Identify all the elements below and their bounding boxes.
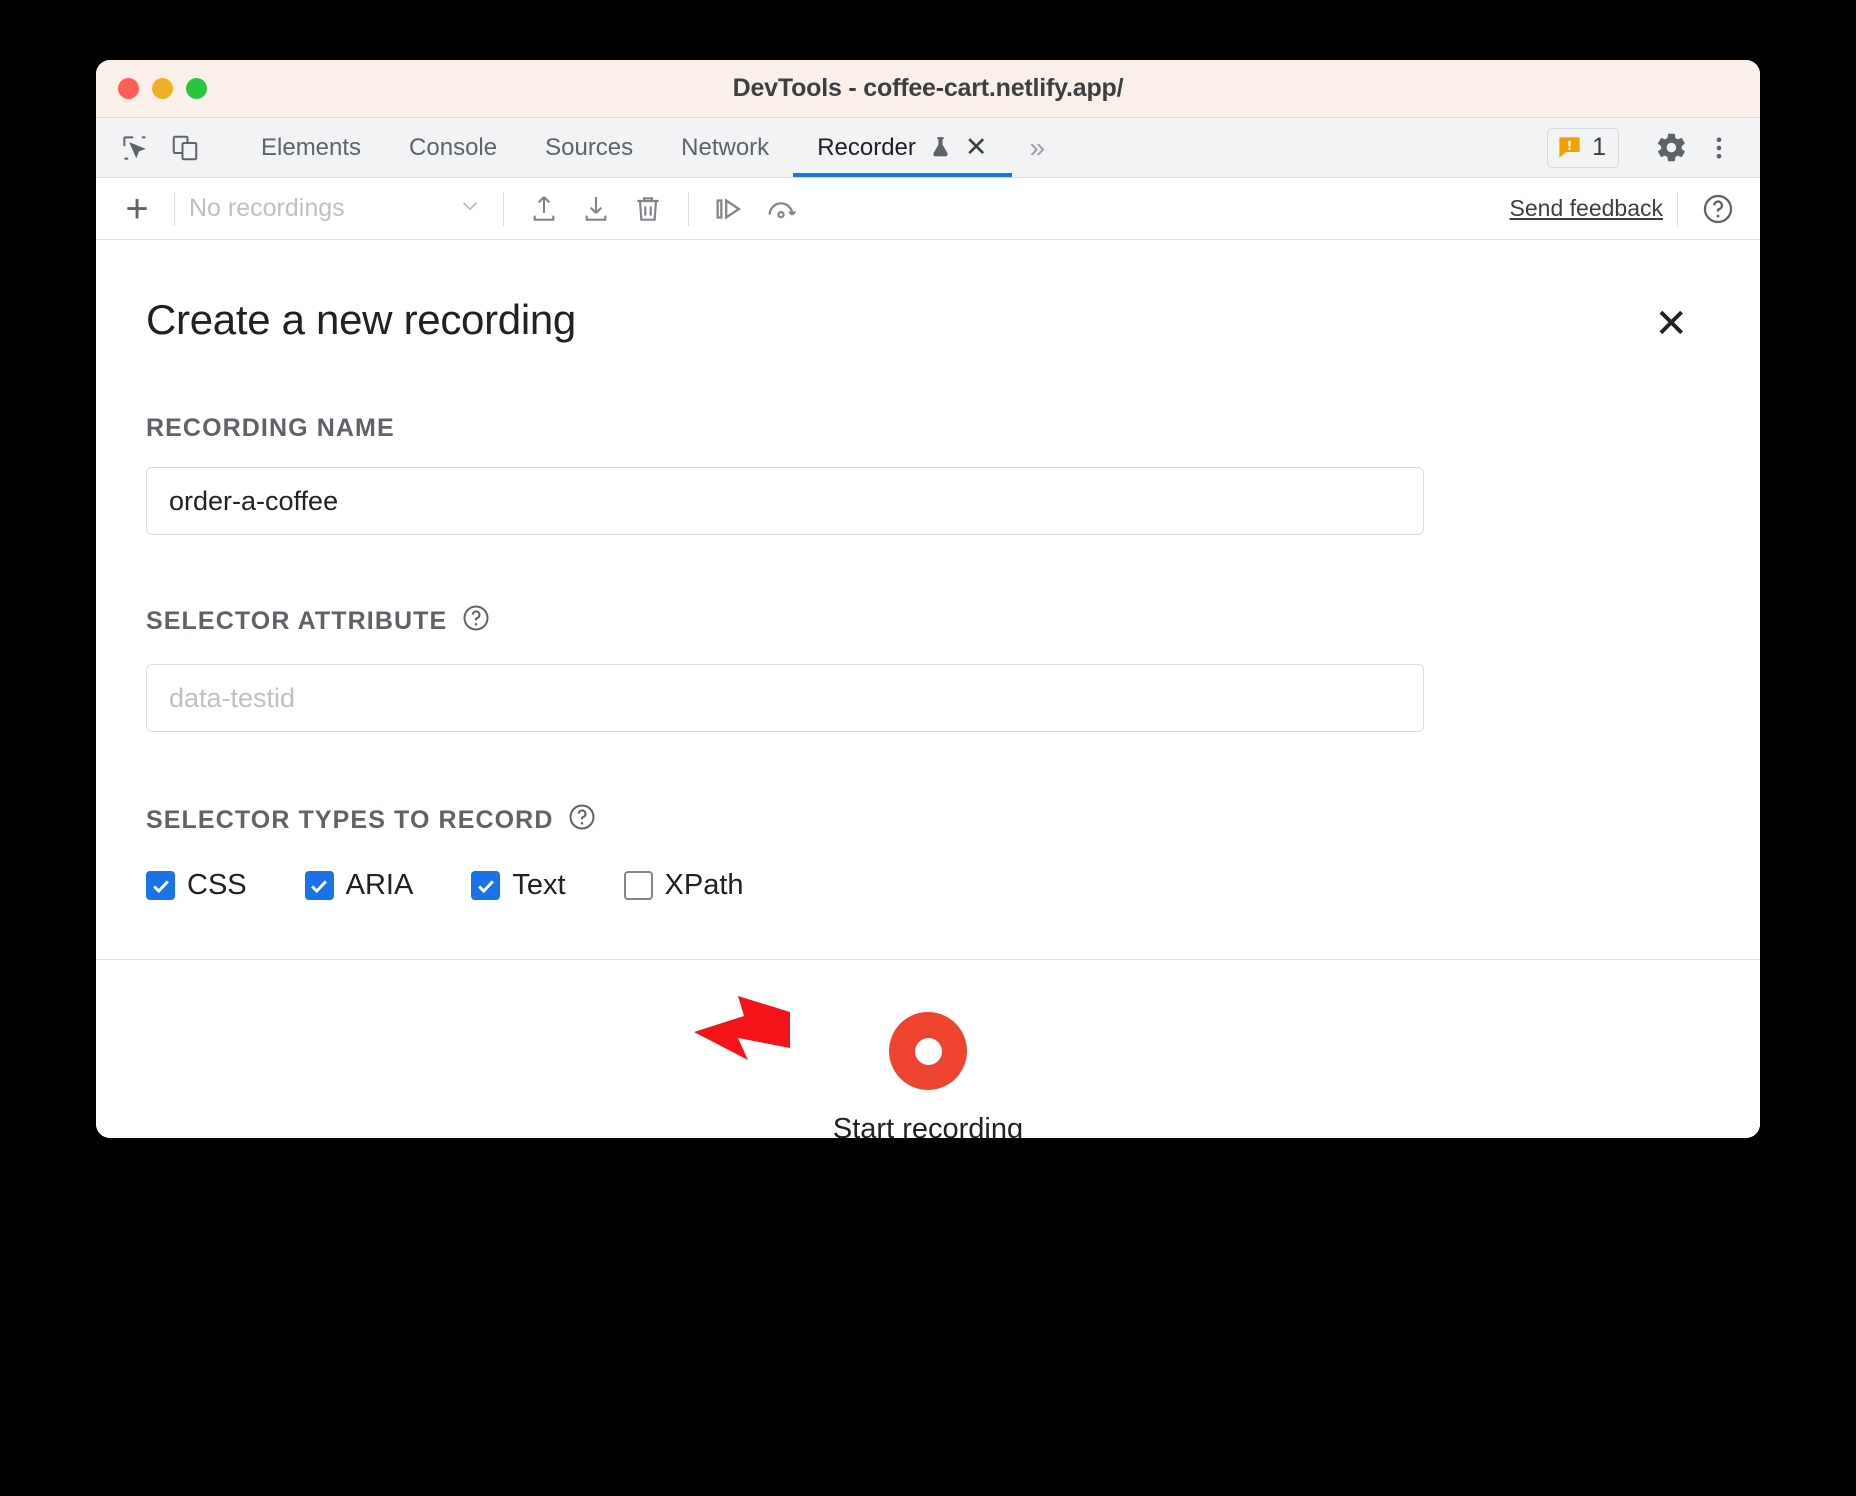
devtools-window: DevTools - coffee-cart.netlify.app/ Elem… <box>96 60 1760 1138</box>
selector-types-label-text: SELECTOR TYPES TO RECORD <box>146 806 553 835</box>
selector-types-help-icon[interactable] <box>567 802 597 839</box>
toolbar-divider-1 <box>174 192 175 226</box>
recording-name-value: order-a-coffee <box>169 486 338 517</box>
tab-recorder-label: Recorder <box>817 134 916 162</box>
recorder-toolbar: + No recordings <box>96 178 1760 240</box>
checkbox-item-text[interactable]: Text <box>471 869 565 902</box>
warning-count: 1 <box>1592 133 1606 162</box>
selector-attribute-input[interactable]: data-testid <box>146 664 1424 732</box>
delete-recording-icon[interactable] <box>622 185 674 233</box>
gear-icon[interactable] <box>1648 125 1694 171</box>
tab-recorder[interactable]: Recorder ✕ <box>793 118 1011 177</box>
window-title: DevTools - coffee-cart.netlify.app/ <box>96 74 1760 103</box>
warning-badge[interactable]: 1 <box>1547 128 1619 168</box>
export-recording-icon[interactable] <box>518 185 570 233</box>
toolbar-divider-2 <box>503 192 504 226</box>
selector-attribute-placeholder: data-testid <box>169 683 295 714</box>
checkbox-aria[interactable] <box>305 871 334 900</box>
recordings-select-value: No recordings <box>189 194 345 223</box>
tabstrip-right-icons: 1 <box>1547 118 1760 177</box>
checkbox-xpath[interactable] <box>624 871 653 900</box>
replay-speed-icon[interactable] <box>755 185 807 233</box>
checkbox-item-xpath[interactable]: XPath <box>624 869 744 902</box>
tab-elements[interactable]: Elements <box>237 118 385 177</box>
toolbar-divider-3 <box>688 192 689 226</box>
selector-attribute-group: SELECTOR ATTRIBUTE data-testid <box>146 603 1710 732</box>
tab-sources[interactable]: Sources <box>521 118 657 177</box>
recorder-toolbar-right: Send feedback <box>1510 185 1744 233</box>
checkbox-item-css[interactable]: CSS <box>146 869 247 902</box>
checkbox-text[interactable] <box>471 871 500 900</box>
checkbox-text-label: Text <box>512 869 565 902</box>
tabstrip-left-icons <box>96 118 237 177</box>
toolbar-divider-4 <box>1677 192 1678 226</box>
tab-sources-label: Sources <box>545 134 633 162</box>
help-icon[interactable] <box>1692 185 1744 233</box>
warning-icon <box>1556 134 1583 161</box>
selector-attribute-help-icon[interactable] <box>461 603 491 640</box>
selector-attribute-label: SELECTOR ATTRIBUTE <box>146 603 1710 640</box>
devtools-tabstrip: Elements Console Sources Network Recorde… <box>96 118 1760 178</box>
window-titlebar: DevTools - coffee-cart.netlify.app/ <box>96 60 1760 118</box>
close-panel-button[interactable]: ✕ <box>1654 304 1688 344</box>
panel-header: Create a new recording ✕ <box>146 240 1710 344</box>
checkbox-aria-label: ARIA <box>346 869 414 902</box>
recording-name-label: RECORDING NAME <box>146 414 1710 443</box>
replay-step-icon[interactable] <box>703 185 755 233</box>
tab-console-label: Console <box>409 134 497 162</box>
checkbox-item-aria[interactable]: ARIA <box>305 869 414 902</box>
recording-name-label-text: RECORDING NAME <box>146 414 395 443</box>
selector-types-label: SELECTOR TYPES TO RECORD <box>146 802 1710 839</box>
checkbox-css[interactable] <box>146 871 175 900</box>
close-recorder-tab-icon[interactable]: ✕ <box>965 134 988 161</box>
start-recording-label: Start recording <box>833 1113 1023 1138</box>
experiment-flask-icon <box>928 135 953 160</box>
start-recording-footer: Start recording <box>96 959 1760 1138</box>
page-title: Create a new recording <box>146 296 576 344</box>
recording-name-group: RECORDING NAME order-a-coffee <box>146 414 1710 535</box>
tab-network-label: Network <box>681 134 769 162</box>
selector-types-checkbox-row: CSS ARIA Text <box>146 869 1710 902</box>
checkbox-xpath-label: XPath <box>665 869 744 902</box>
selector-types-group: SELECTOR TYPES TO RECORD <box>146 802 1710 902</box>
devtools-tabs: Elements Console Sources Network Recorde… <box>237 118 1063 177</box>
more-tabs-chevron-icon[interactable]: » <box>1012 118 1064 177</box>
start-recording-button[interactable] <box>889 1012 967 1090</box>
inspect-element-icon[interactable] <box>112 125 158 171</box>
device-toolbar-icon[interactable] <box>162 125 208 171</box>
add-recording-button[interactable]: + <box>114 189 160 229</box>
checkbox-css-label: CSS <box>187 869 247 902</box>
tab-console[interactable]: Console <box>385 118 521 177</box>
more-options-kebab-icon[interactable] <box>1696 125 1742 171</box>
recording-name-input[interactable]: order-a-coffee <box>146 467 1424 535</box>
create-recording-panel: Create a new recording ✕ RECORDING NAME … <box>96 240 1760 959</box>
import-recording-icon[interactable] <box>570 185 622 233</box>
chevron-down-icon <box>457 193 483 225</box>
record-dot-icon <box>915 1038 942 1065</box>
send-feedback-link[interactable]: Send feedback <box>1510 195 1663 222</box>
recordings-select[interactable]: No recordings <box>189 193 489 225</box>
selector-attribute-label-text: SELECTOR ATTRIBUTE <box>146 607 447 636</box>
tab-network[interactable]: Network <box>657 118 793 177</box>
tab-elements-label: Elements <box>261 134 361 162</box>
